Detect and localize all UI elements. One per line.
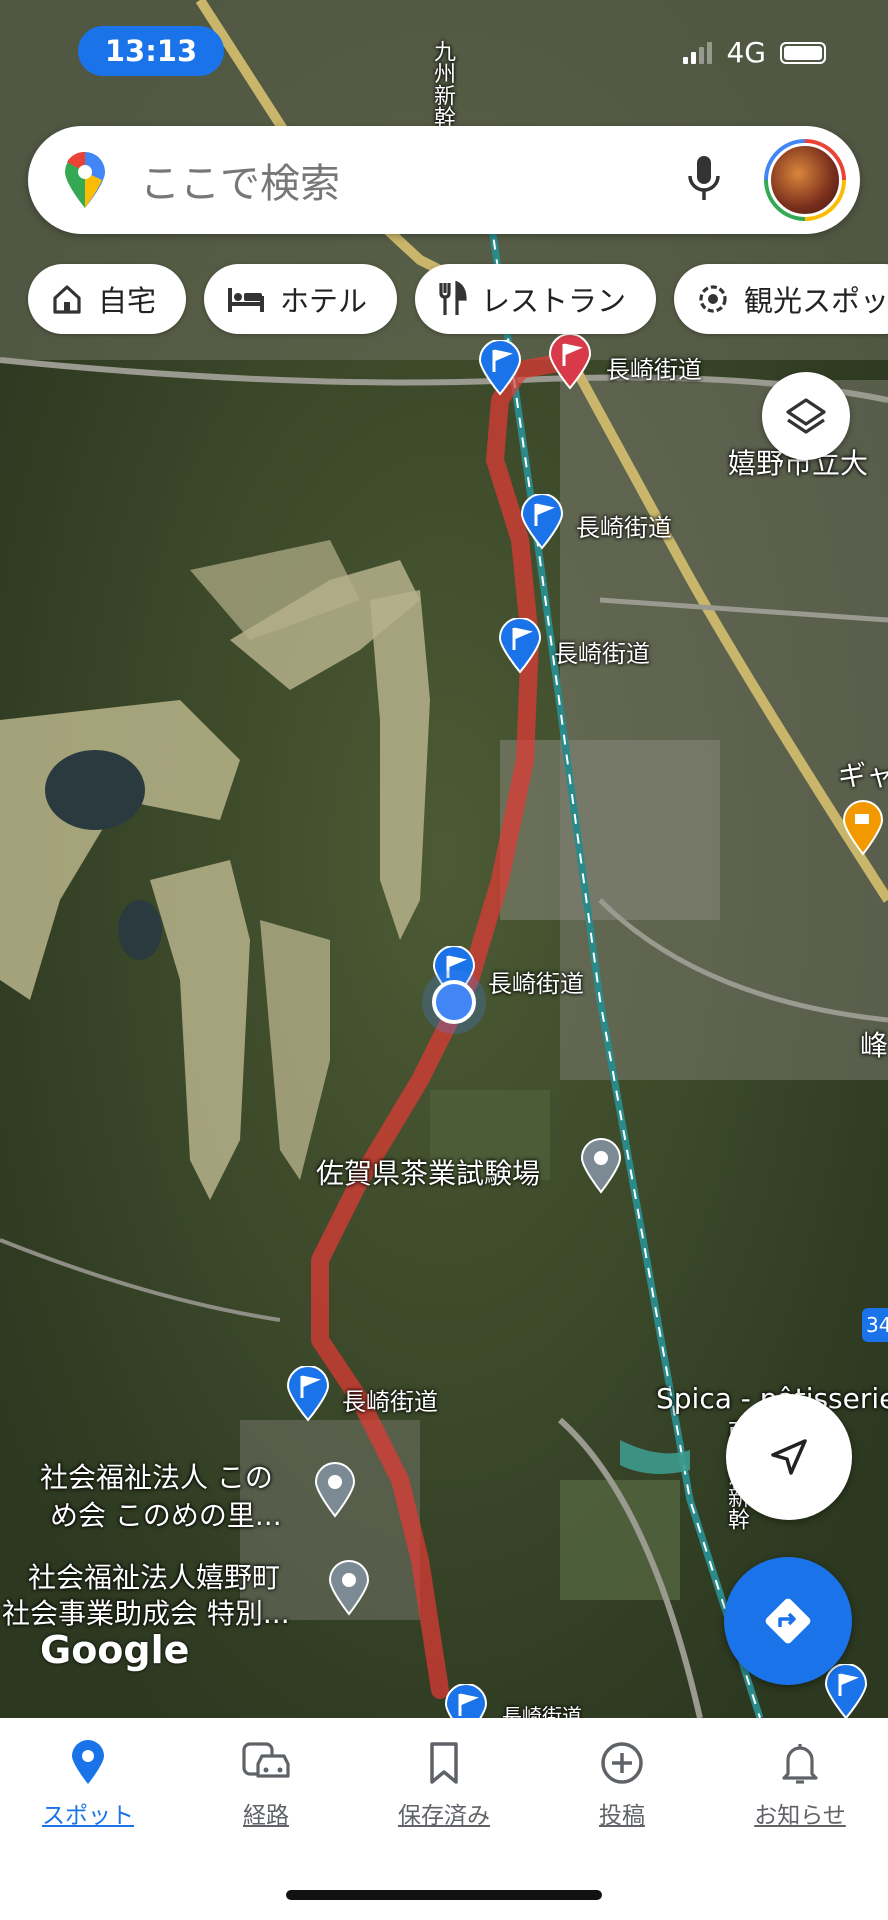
map-label-route[interactable]: 長崎街道 xyxy=(342,1382,438,1417)
chip-label: 自宅 xyxy=(98,284,157,318)
nav-label: 投稿 xyxy=(599,1803,645,1829)
map-label-welfare-1-line2[interactable]: め会 このめの里... xyxy=(50,1494,282,1534)
map-label-route[interactable]: 長崎街道 xyxy=(576,508,672,543)
place-pin-icon[interactable] xyxy=(328,1560,370,1616)
map-label-route[interactable]: 長崎街道 xyxy=(554,634,650,669)
nav-label: 経路 xyxy=(243,1803,289,1829)
hotel-bed-icon xyxy=(228,288,265,312)
chip-label: レストラン xyxy=(481,284,627,318)
chip-label: ホテル xyxy=(280,284,368,318)
map-label-tea-station[interactable]: 佐賀県茶業試験場 xyxy=(316,1152,540,1192)
my-location-button[interactable] xyxy=(726,1394,852,1520)
nav-saved[interactable]: 保存済み xyxy=(374,1740,514,1830)
avatar[interactable] xyxy=(764,139,846,221)
explore-pin-icon xyxy=(72,1740,104,1784)
add-circle-icon xyxy=(601,1742,643,1784)
route-flag-pin-icon[interactable] xyxy=(520,494,564,550)
map-label-welfare-2[interactable]: 社会福祉法人嬉野町 xyxy=(28,1556,280,1596)
place-pin-icon[interactable] xyxy=(580,1138,622,1194)
map-label-route[interactable]: 長崎街道 xyxy=(502,1700,582,1718)
microphone-icon[interactable] xyxy=(684,154,724,206)
saved-flag-pin-icon[interactable] xyxy=(548,334,592,390)
home-icon xyxy=(53,285,81,314)
layers-icon xyxy=(786,398,826,434)
chip-label: 観光スポッ xyxy=(744,284,888,318)
restaurant-icon xyxy=(439,281,467,315)
nav-label: 保存済み xyxy=(398,1803,490,1829)
route-flag-pin-icon[interactable] xyxy=(444,1684,488,1718)
bell-icon xyxy=(782,1744,818,1784)
bookmark-icon xyxy=(430,1742,458,1784)
nav-updates[interactable]: お知らせ xyxy=(730,1740,870,1830)
search-bar[interactable]: ここで検索 xyxy=(28,126,860,234)
directions-icon xyxy=(765,1598,811,1644)
battery-icon xyxy=(780,41,826,64)
chip-restaurant[interactable]: レストラン xyxy=(415,264,657,334)
signal-icon xyxy=(683,41,713,64)
category-chips: 自宅 ホテル レストラン 観光スポッ xyxy=(28,264,888,334)
map-label-welfare-1[interactable]: 社会福祉法人 この xyxy=(40,1456,273,1496)
search-input[interactable]: ここで検索 xyxy=(140,151,684,209)
google-maps-pin-icon xyxy=(65,151,105,208)
route-flag-pin-icon[interactable] xyxy=(824,1664,868,1718)
google-attribution: Google xyxy=(40,1628,190,1672)
chip-attractions[interactable]: 観光スポッ xyxy=(674,264,888,334)
map-label-mine[interactable]: 峰 xyxy=(860,1024,888,1064)
nav-explore[interactable]: スポット xyxy=(18,1740,158,1830)
chip-home[interactable]: 自宅 xyxy=(28,264,187,334)
route-flag-pin-icon[interactable] xyxy=(498,618,542,674)
map-label-welfare-2-line2[interactable]: 社会事業助成会 特別... xyxy=(2,1592,290,1632)
chip-hotel[interactable]: ホテル xyxy=(204,264,398,334)
nav-contribute[interactable]: 投稿 xyxy=(552,1740,692,1830)
status-indicators: 4G xyxy=(683,36,826,69)
nav-label: スポット xyxy=(42,1803,134,1829)
nav-label: お知らせ xyxy=(754,1803,846,1829)
map-label-route[interactable]: 長崎街道 xyxy=(606,350,702,385)
route-flag-pin-icon[interactable] xyxy=(286,1366,330,1422)
place-pin-icon[interactable] xyxy=(314,1462,356,1518)
navigation-arrow-icon xyxy=(771,1439,807,1475)
route-number-badge: 34 xyxy=(862,1308,888,1342)
map-label-route[interactable]: 長崎街道 xyxy=(488,964,584,999)
current-location-dot xyxy=(432,980,476,1024)
cafe-pin-icon[interactable] xyxy=(842,800,884,856)
home-indicator[interactable] xyxy=(286,1890,602,1900)
network-type: 4G xyxy=(726,36,766,69)
status-time: 13:13 xyxy=(78,26,224,76)
layers-button[interactable] xyxy=(762,372,850,460)
commute-car-icon xyxy=(242,1742,290,1778)
map-label-gya[interactable]: ギャ xyxy=(838,754,888,794)
route-flag-pin-icon[interactable] xyxy=(478,340,522,396)
nav-commute[interactable]: 経路 xyxy=(196,1740,336,1830)
attraction-icon xyxy=(699,285,727,313)
directions-button[interactable] xyxy=(724,1557,852,1685)
